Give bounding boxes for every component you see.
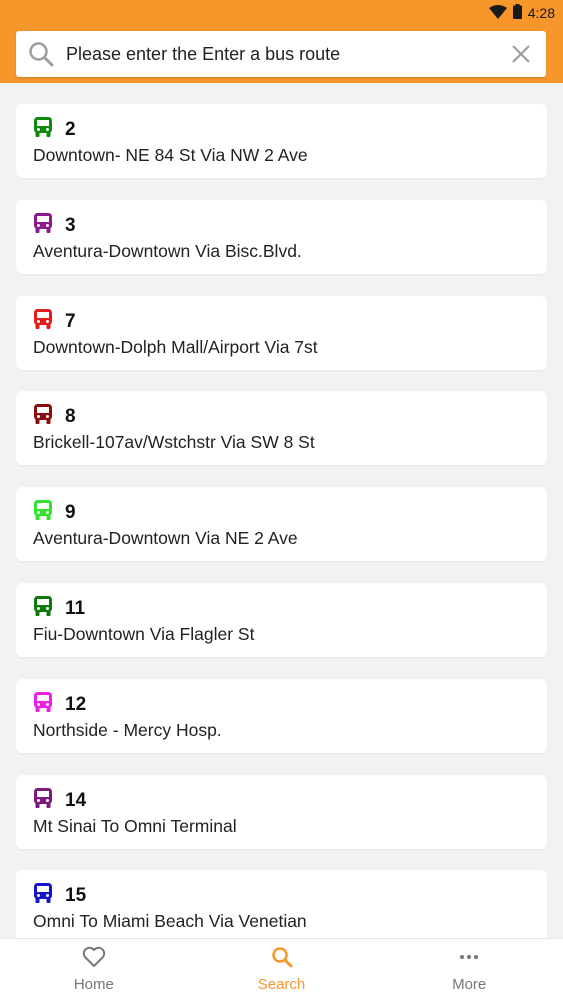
route-number: 14 bbox=[65, 790, 87, 811]
route-name: Brickell-107av/Wstchstr Via SW 8 St bbox=[33, 432, 315, 452]
route-number: 11 bbox=[65, 598, 86, 619]
search-bar[interactable] bbox=[16, 31, 546, 77]
route-number: 8 bbox=[65, 406, 76, 427]
more-dots-icon bbox=[457, 946, 481, 972]
bus-icon bbox=[34, 788, 52, 814]
nav-more-label: More bbox=[452, 976, 487, 993]
status-bar: 4:28 bbox=[488, 0, 563, 26]
route-name: Northside - Mercy Hosp. bbox=[33, 720, 222, 740]
route-number: 12 bbox=[65, 694, 87, 715]
route-name: Omni To Miami Beach Via Venetian bbox=[33, 911, 307, 931]
route-name: Downtown- NE 84 St Via NW 2 Ave bbox=[33, 145, 308, 165]
route-header: 12 bbox=[34, 692, 86, 718]
route-header: 9 bbox=[34, 500, 76, 526]
route-name: Aventura-Downtown Via NE 2 Ave bbox=[33, 528, 298, 548]
route-card[interactable]: 8 Brickell-107av/Wstchstr Via SW 8 St bbox=[16, 391, 547, 465]
route-header: 11 bbox=[34, 596, 85, 622]
bus-icon bbox=[34, 309, 52, 335]
route-header: 8 bbox=[34, 404, 76, 430]
nav-search-label: Search bbox=[257, 976, 306, 993]
route-number: 2 bbox=[65, 119, 76, 140]
route-header: 14 bbox=[34, 788, 86, 814]
route-number: 3 bbox=[65, 215, 76, 236]
route-name: Mt Sinai To Omni Terminal bbox=[33, 816, 237, 836]
clear-icon[interactable] bbox=[496, 44, 546, 64]
route-card[interactable]: 11 Fiu-Downtown Via Flagler St bbox=[16, 583, 547, 657]
route-card[interactable]: 12 Northside - Mercy Hosp. bbox=[16, 679, 547, 753]
search-icon bbox=[271, 946, 293, 972]
route-number: 9 bbox=[65, 502, 76, 523]
bus-icon bbox=[34, 596, 52, 622]
bus-icon bbox=[34, 692, 52, 718]
nav-search[interactable]: Search bbox=[188, 939, 376, 1000]
bus-icon bbox=[34, 213, 52, 239]
route-card[interactable]: 15 Omni To Miami Beach Via Venetian bbox=[16, 870, 547, 938]
route-card[interactable]: 3 Aventura-Downtown Via Bisc.Blvd. bbox=[16, 200, 547, 274]
bus-icon bbox=[34, 404, 52, 430]
route-name: Downtown-Dolph Mall/Airport Via 7st bbox=[33, 337, 318, 357]
status-time: 4:28 bbox=[527, 5, 555, 21]
route-name: Aventura-Downtown Via Bisc.Blvd. bbox=[33, 241, 302, 261]
route-header: 15 bbox=[34, 883, 86, 909]
bottom-nav: Home Search More bbox=[0, 938, 563, 1000]
bus-icon bbox=[34, 500, 52, 526]
route-header: 7 bbox=[34, 309, 76, 335]
nav-more[interactable]: More bbox=[375, 939, 563, 1000]
route-header: 3 bbox=[34, 213, 76, 239]
search-input[interactable] bbox=[66, 31, 496, 77]
route-name: Fiu-Downtown Via Flagler St bbox=[33, 624, 255, 644]
route-number: 7 bbox=[65, 311, 76, 332]
nav-home-label: Home bbox=[73, 976, 114, 993]
route-header: 2 bbox=[34, 117, 76, 143]
bus-icon bbox=[34, 117, 52, 143]
app-bar: 4:28 bbox=[0, 0, 563, 83]
heart-icon bbox=[82, 946, 106, 972]
route-list[interactable]: 2 Downtown- NE 84 St Via NW 2 Ave 3 Aventur… bbox=[0, 83, 563, 938]
route-card[interactable]: 9 Aventura-Downtown Via NE 2 Ave bbox=[16, 487, 547, 561]
search-icon bbox=[16, 41, 66, 67]
route-card[interactable]: 2 Downtown- NE 84 St Via NW 2 Ave bbox=[16, 104, 547, 178]
route-card[interactable]: 7 Downtown-Dolph Mall/Airport Via 7st bbox=[16, 296, 547, 370]
battery-icon bbox=[512, 4, 522, 22]
nav-home[interactable]: Home bbox=[0, 939, 188, 1000]
bus-icon bbox=[34, 883, 52, 909]
wifi-icon bbox=[488, 4, 507, 22]
route-card[interactable]: 14 Mt Sinai To Omni Terminal bbox=[16, 775, 547, 849]
route-number: 15 bbox=[65, 885, 87, 906]
